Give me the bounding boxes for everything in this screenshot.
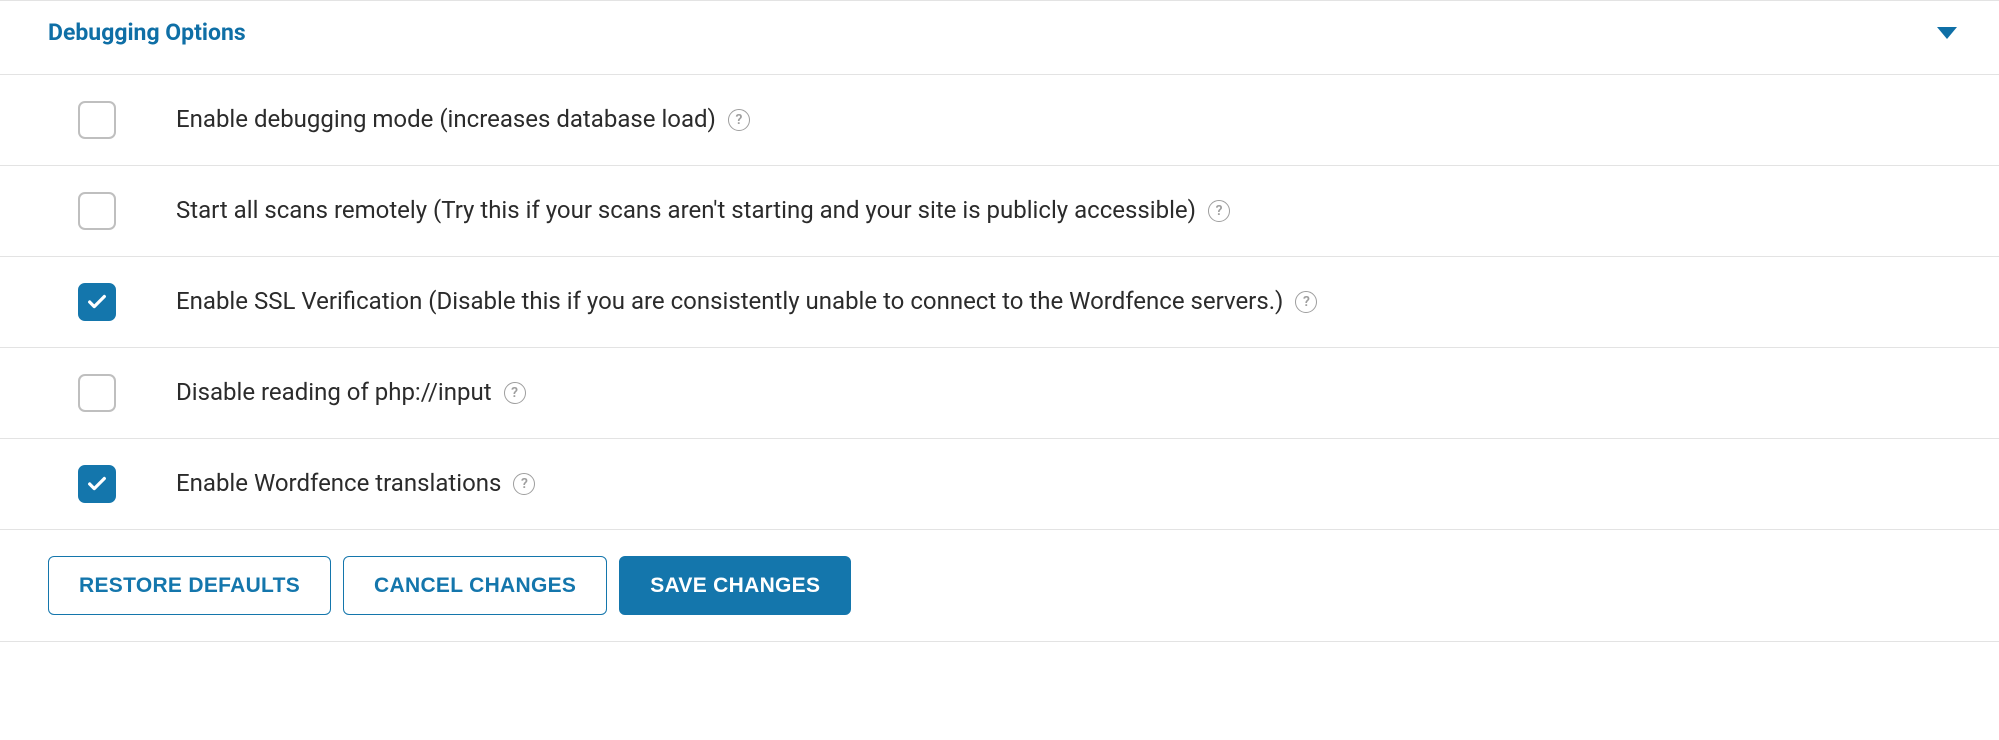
panel-title: Debugging Options [48,19,246,46]
option-text: Enable debugging mode (increases databas… [176,104,716,135]
option-text: Enable SSL Verification (Disable this if… [176,286,1283,317]
checkbox-ssl-verification[interactable] [78,283,116,321]
option-row-translations: Enable Wordfence translations ? [0,439,1999,530]
checkbox-translations[interactable] [78,465,116,503]
checkbox-debugging-mode[interactable] [78,101,116,139]
cancel-changes-button[interactable]: CANCEL CHANGES [343,556,607,615]
checkbox-remote-scans[interactable] [78,192,116,230]
help-icon[interactable]: ? [728,109,750,131]
option-text: Disable reading of php://input [176,377,492,408]
option-row-remote-scans: Start all scans remotely (Try this if yo… [0,166,1999,257]
collapse-icon[interactable] [1937,27,1957,39]
help-icon[interactable]: ? [513,473,535,495]
restore-defaults-button[interactable]: RESTORE DEFAULTS [48,556,331,615]
option-label: Enable SSL Verification (Disable this if… [176,286,1317,317]
checkbox-disable-php-input[interactable] [78,374,116,412]
option-label: Enable Wordfence translations ? [176,468,535,499]
option-label: Disable reading of php://input ? [176,377,526,408]
option-label: Start all scans remotely (Try this if yo… [176,195,1230,226]
option-row-disable-php-input: Disable reading of php://input ? [0,348,1999,439]
help-icon[interactable]: ? [1208,200,1230,222]
debugging-options-panel: Debugging Options Enable debugging mode … [0,0,1999,642]
help-icon[interactable]: ? [1295,291,1317,313]
option-text: Start all scans remotely (Try this if yo… [176,195,1196,226]
panel-header[interactable]: Debugging Options [0,1,1999,75]
option-label: Enable debugging mode (increases databas… [176,104,750,135]
help-icon[interactable]: ? [504,382,526,404]
actions-bar: RESTORE DEFAULTS CANCEL CHANGES SAVE CHA… [0,530,1999,641]
option-row-debugging-mode: Enable debugging mode (increases databas… [0,75,1999,166]
save-changes-button[interactable]: SAVE CHANGES [619,556,851,615]
option-row-ssl-verification: Enable SSL Verification (Disable this if… [0,257,1999,348]
option-text: Enable Wordfence translations [176,468,501,499]
